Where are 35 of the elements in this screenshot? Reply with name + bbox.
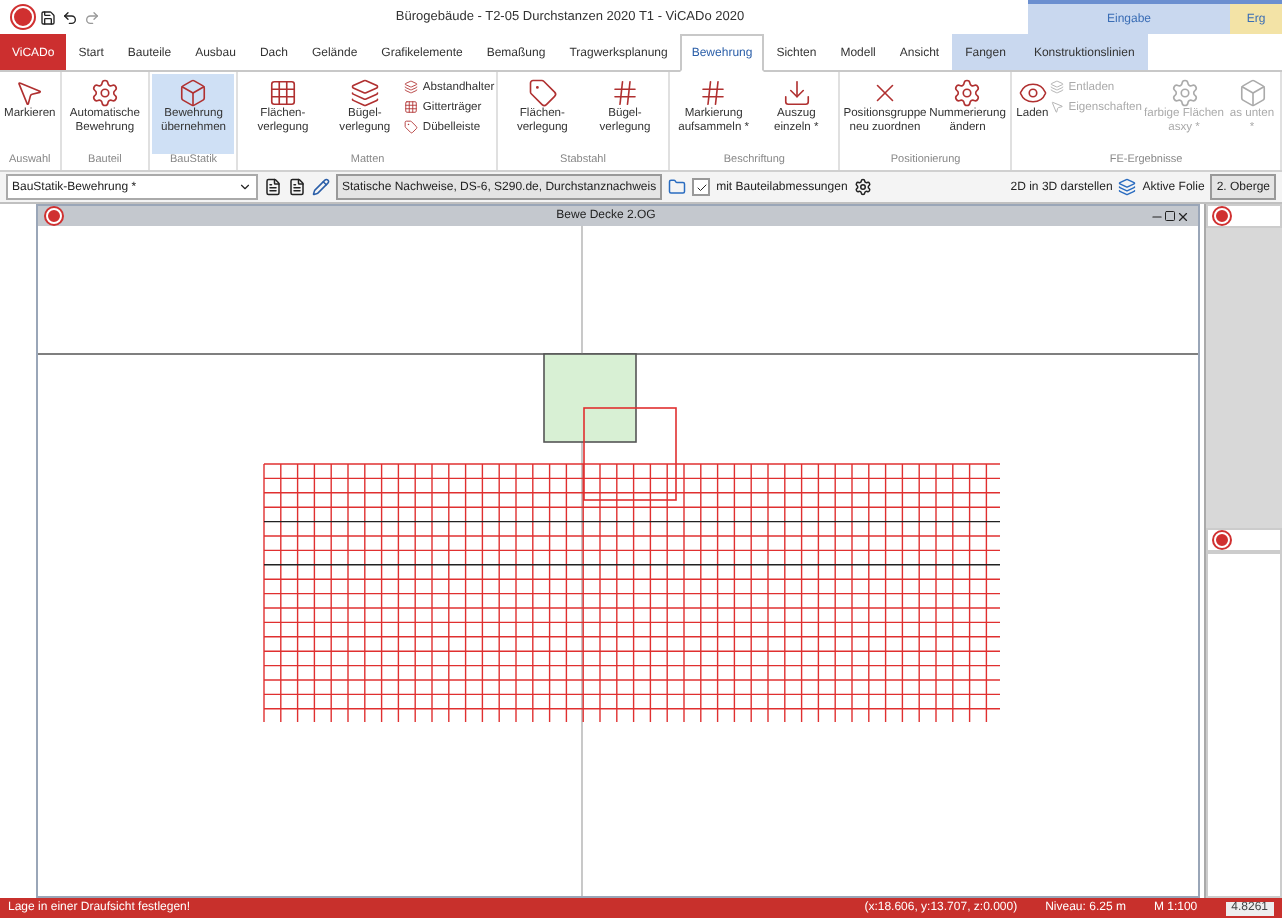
document-icon[interactable] — [288, 178, 306, 196]
pencil-icon[interactable] — [312, 178, 330, 196]
reinforcement-mesh-drawing[interactable] — [263, 463, 1001, 723]
hash-icon — [698, 78, 729, 108]
maximize-icon[interactable] — [1164, 210, 1176, 222]
folder-icon[interactable] — [668, 178, 687, 196]
close-icon[interactable] — [1176, 209, 1190, 223]
punching-area-outline[interactable] — [583, 407, 677, 501]
layers-icon — [1050, 80, 1065, 94]
app-logo-icon[interactable] — [12, 6, 34, 28]
layers-icon[interactable] — [1118, 178, 1137, 196]
save-icon[interactable] — [40, 9, 56, 25]
pointer-icon — [1050, 100, 1065, 114]
checkbox[interactable] — [692, 178, 711, 196]
hash-icon — [610, 78, 640, 108]
undo-icon[interactable] — [62, 9, 78, 25]
pointer-icon — [14, 78, 45, 108]
cube-icon — [1237, 78, 1267, 108]
download-icon — [781, 78, 812, 108]
grid-icon — [404, 100, 419, 114]
eye-icon — [1017, 78, 1048, 108]
gear-icon — [1169, 78, 1200, 108]
column-shape[interactable] — [543, 353, 637, 443]
gear-icon — [89, 78, 120, 108]
redo-icon[interactable] — [84, 9, 100, 25]
tag-icon — [404, 120, 419, 134]
grid-icon — [267, 78, 298, 108]
layers-icon — [349, 78, 380, 108]
settings-icon[interactable] — [853, 178, 872, 196]
layers-icon — [404, 80, 419, 94]
cube-icon — [178, 78, 209, 108]
tag-icon — [527, 78, 558, 108]
document-icon[interactable] — [264, 178, 282, 196]
chevron-down-icon[interactable] — [238, 180, 252, 194]
gear-icon — [952, 78, 983, 108]
